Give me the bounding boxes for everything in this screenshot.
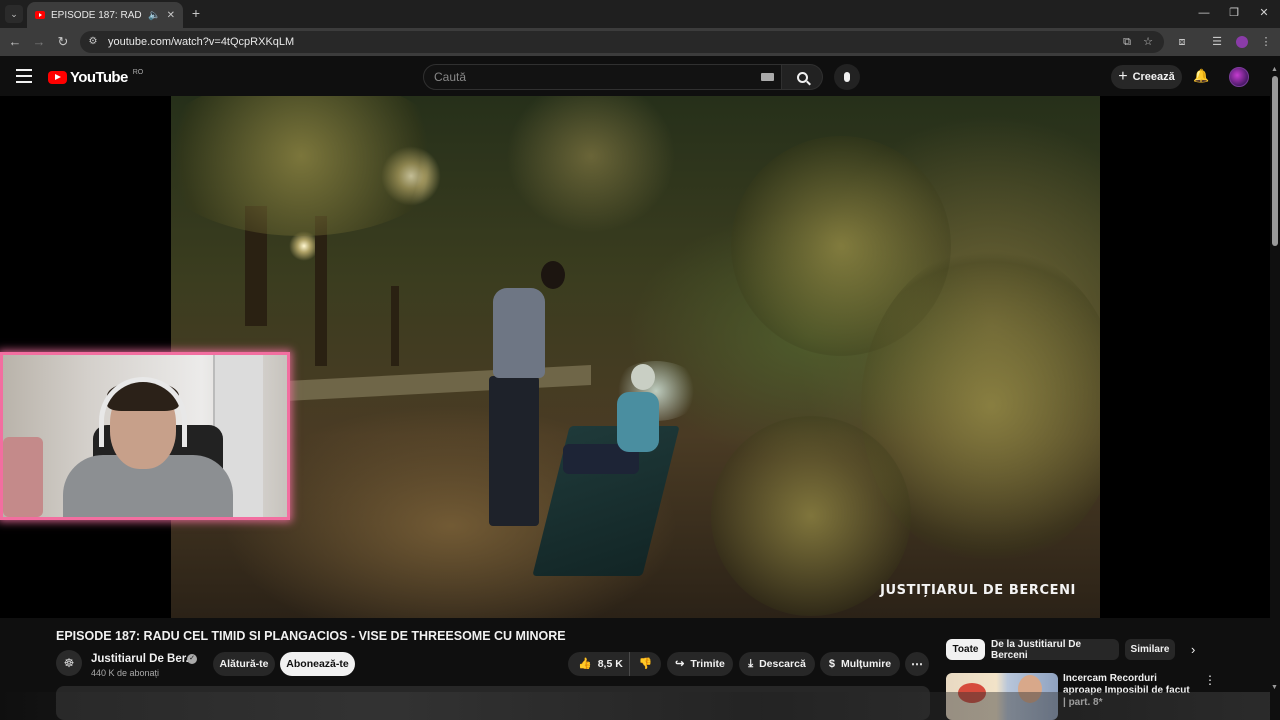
thumbnail-face xyxy=(1018,675,1042,703)
logo-text: YouTube xyxy=(70,69,128,86)
extensions-icon[interactable]: ⧈ xyxy=(1174,34,1190,50)
create-label: Creează xyxy=(1132,71,1175,83)
search-button[interactable] xyxy=(782,64,823,90)
scroll-up-icon[interactable]: ▲ xyxy=(1271,66,1278,73)
standing-person-torso xyxy=(493,288,545,378)
keyboard-icon[interactable] xyxy=(761,73,774,81)
thumbnail-object xyxy=(958,683,986,703)
recommendation-title[interactable]: Incercam Recorduri aproape Imposibil de … xyxy=(1063,673,1191,709)
create-button[interactable]: + Creează xyxy=(1111,65,1182,89)
bed xyxy=(3,437,43,517)
close-window-icon[interactable]: ✕ xyxy=(1254,4,1274,22)
join-label: Alătură-te xyxy=(219,658,269,670)
notifications-bell-icon[interactable]: 🔔 xyxy=(1193,69,1209,83)
browser-tab[interactable]: EPISODE 187: RADU CEL TIM 🔈 ✕ xyxy=(27,2,183,28)
back-icon[interactable]: ← xyxy=(6,33,24,51)
seated-person-torso xyxy=(617,392,659,452)
video-title: EPISODE 187: RADU CEL TIMID SI PLANGACIO… xyxy=(56,629,566,643)
download-label: Descarcă xyxy=(759,658,806,670)
page-scrollbar[interactable]: ▲ ▼ xyxy=(1270,66,1280,696)
share-icon: ↪ xyxy=(675,658,685,670)
standing-person-head xyxy=(541,261,565,289)
country-code: RO xyxy=(132,69,144,76)
search-input[interactable]: Caută xyxy=(423,64,782,90)
youtube-favicon-icon xyxy=(35,11,45,19)
forward-icon[interactable]: → xyxy=(30,33,48,51)
youtube-play-icon xyxy=(48,71,67,84)
bookmark-star-icon[interactable]: ☆ xyxy=(1140,34,1156,50)
youtube-header: YouTube RO Caută + Creează 🔔 xyxy=(0,56,1280,96)
thanks-label: Mulțumire xyxy=(840,658,892,670)
thumbs-up-icon: 👍 xyxy=(578,658,592,670)
hamburger-menu-icon[interactable] xyxy=(16,69,32,83)
verified-icon: ✓ xyxy=(187,654,197,664)
youtube-logo[interactable]: YouTube RO xyxy=(48,69,143,86)
download-icon: ⤓ xyxy=(748,658,754,670)
video-details: EPISODE 187: RADU CEL TIMID SI PLANGACIO… xyxy=(0,618,1270,720)
scroll-down-icon[interactable]: ▼ xyxy=(1271,684,1278,691)
chevron-right-icon[interactable]: › xyxy=(1191,642,1195,657)
dislike-button[interactable]: 👎 xyxy=(630,652,661,676)
reading-list-icon[interactable]: ☰ xyxy=(1209,34,1225,50)
url-text[interactable]: youtube.com/watch?v=4tQcpRXKqLM xyxy=(108,36,294,48)
like-count: 8,5 K xyxy=(597,658,623,670)
foliage xyxy=(171,96,451,236)
chip-similar[interactable]: Similare xyxy=(1125,639,1175,660)
subscriber-count: 440 K de abonați xyxy=(91,668,160,678)
tab-list-icon[interactable]: ⌄ xyxy=(5,5,23,23)
close-icon[interactable]: ✕ xyxy=(167,10,175,21)
tree-trunk xyxy=(391,286,399,366)
subscribe-label: Abonează-te xyxy=(286,658,349,670)
profile-icon[interactable] xyxy=(1234,34,1250,50)
thanks-button[interactable]: $ Mulțumire xyxy=(820,652,900,676)
channel-avatar[interactable]: ☸ xyxy=(56,650,82,676)
channel-name[interactable]: Justitiarul De Ber... xyxy=(91,653,195,665)
like-button[interactable]: 👍 8,5 K xyxy=(568,652,630,676)
super-thanks-icon: $ xyxy=(828,658,835,670)
thumbs-down-icon: 👎 xyxy=(638,658,653,670)
more-actions-button[interactable]: ⋯ xyxy=(905,652,929,676)
join-button[interactable]: Alătură-te xyxy=(213,652,275,676)
site-info-icon[interactable]: ⚙ xyxy=(86,35,100,49)
subscribe-button[interactable]: Abonează-te xyxy=(280,652,355,676)
chip-from-channel[interactable]: De la Justitiarul De Berceni xyxy=(991,639,1119,661)
install-app-icon[interactable]: ⧉ xyxy=(1119,34,1135,50)
microphone-icon xyxy=(844,72,850,82)
description-box[interactable] xyxy=(56,686,930,720)
search-icon xyxy=(796,71,808,83)
share-button[interactable]: ↪ Trimite xyxy=(667,652,733,676)
browser-menu-icon[interactable]: ⋮ xyxy=(1258,34,1274,50)
more-icon: ⋯ xyxy=(911,657,923,671)
account-avatar[interactable] xyxy=(1229,67,1249,87)
browser-tab-strip: ⌄ EPISODE 187: RADU CEL TIM 🔈 ✕ + — ❐ ✕ xyxy=(0,0,1280,28)
tree-trunk xyxy=(315,216,327,366)
reload-icon[interactable]: ↻ xyxy=(54,33,72,51)
browser-toolbar: ← → ↻ ⚙ youtube.com/watch?v=4tQcpRXKqLM … xyxy=(0,28,1280,56)
voice-search-button[interactable] xyxy=(834,64,860,90)
address-bar[interactable]: ⚙ youtube.com/watch?v=4tQcpRXKqLM xyxy=(80,31,1164,53)
scrollbar-thumb[interactable] xyxy=(1272,76,1278,246)
download-button[interactable]: ⤓ Descarcă xyxy=(739,652,815,676)
speaker-icon[interactable]: 🔈 xyxy=(148,10,160,21)
chip-all[interactable]: Toate xyxy=(946,639,985,660)
recommendation-thumbnail[interactable] xyxy=(946,673,1058,720)
video-frame[interactable]: JUSTIȚIARUL DE BERCENI xyxy=(171,96,1100,618)
webcam-overlay xyxy=(0,352,290,520)
video-watermark: JUSTIȚIARUL DE BERCENI xyxy=(880,583,1076,598)
restore-icon[interactable]: ❐ xyxy=(1224,4,1244,22)
new-tab-icon[interactable]: + xyxy=(188,4,204,22)
standing-person-legs xyxy=(489,376,539,526)
share-label: Trimite xyxy=(690,658,725,670)
seated-person-head xyxy=(631,364,655,390)
like-dislike-group: 👍 8,5 K 👎 xyxy=(568,652,661,676)
plus-icon: + xyxy=(1118,68,1128,85)
kebab-menu-icon[interactable]: ⋮ xyxy=(1204,673,1216,687)
minimize-icon[interactable]: — xyxy=(1194,4,1214,22)
tab-title: EPISODE 187: RADU CEL TIM xyxy=(51,9,142,21)
